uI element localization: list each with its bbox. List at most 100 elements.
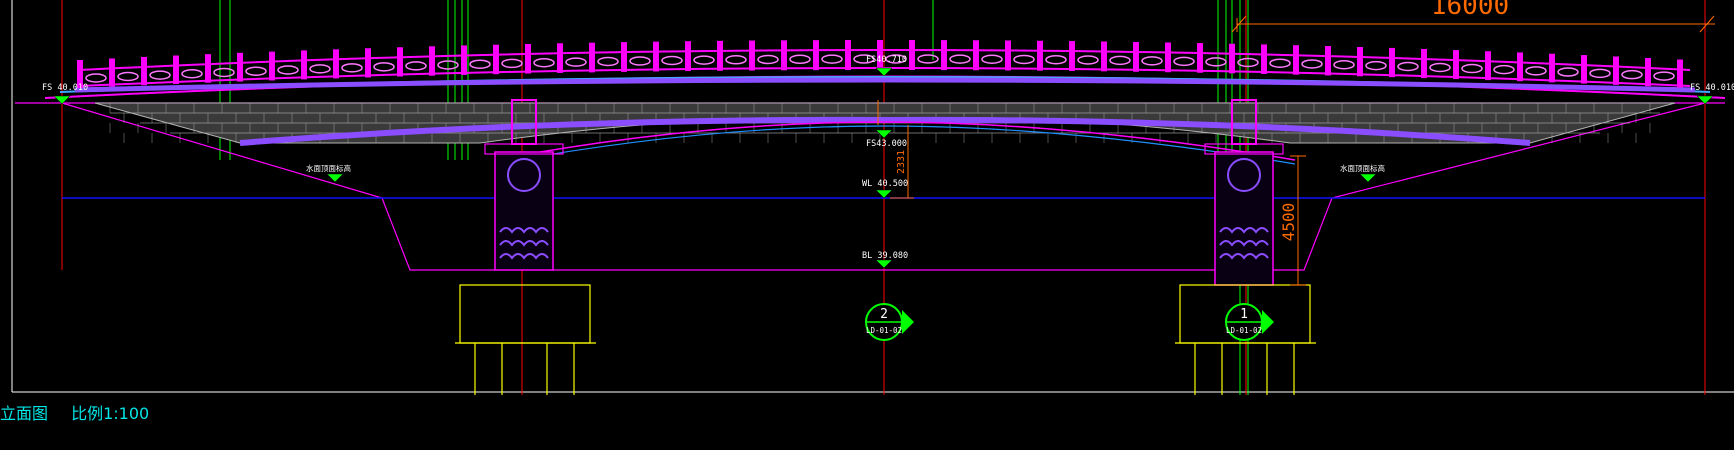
railing-panel-ornament (1301, 59, 1323, 69)
railing-post (973, 40, 979, 71)
deck-slab (44, 75, 1726, 99)
railing-post (1133, 41, 1139, 72)
section-sheet-ref: LD-01-02 (866, 326, 902, 335)
railing-post (141, 56, 147, 86)
railing-post (333, 49, 339, 79)
section-number: 1 (1240, 307, 1248, 322)
railing-panel-ornament (309, 64, 331, 74)
railing-panel-ornament (1397, 61, 1419, 72)
railing-post (109, 58, 115, 87)
level-label-deck-center: FS40.710 (866, 55, 907, 65)
railing-post (525, 43, 531, 74)
crown-dimension-text: 2331 (896, 150, 907, 174)
railing-post (653, 41, 659, 72)
level-marker-icon (1359, 173, 1377, 183)
railing-post (1325, 46, 1331, 76)
railing-panel-ornament (1493, 64, 1515, 75)
railing-panel-ornament (1653, 71, 1675, 81)
railing-panel-ornament (149, 70, 171, 80)
railing-post (1453, 50, 1459, 80)
railing-post (1357, 46, 1363, 77)
railing-post (1293, 45, 1299, 75)
span-dimension-text: 16000 (1431, 0, 1509, 21)
railing-post (1101, 41, 1107, 72)
railing-panel-ornament (1205, 57, 1227, 67)
railing-post (749, 40, 755, 71)
railing-post (1645, 57, 1651, 87)
railing-panel-ornament (1109, 55, 1131, 66)
level-marker-icon (875, 259, 893, 269)
section-number: 2 (880, 307, 888, 322)
railing-post (461, 45, 467, 75)
bank-label-left: 水面顶面标高 (306, 163, 351, 173)
railing-post (1005, 40, 1011, 71)
foundation-left (455, 284, 596, 395)
railing-panel-ornament (725, 55, 747, 65)
section-marker-2: 2 LD-01-02 (865, 303, 914, 341)
railing-post (621, 42, 627, 72)
railing-panel-ornament (117, 71, 139, 82)
railing-panel-ornament (1525, 66, 1547, 76)
railing-panel-ornament (1269, 58, 1291, 68)
railing-panel-ornament (405, 61, 427, 71)
railing-post (1517, 52, 1523, 82)
section-marker-1: 1 LD-01-02 (1225, 303, 1274, 341)
railing-panel-ornament (373, 62, 395, 72)
railing-post (301, 50, 307, 80)
level-label-deck-left: FS 40.010 (42, 83, 88, 93)
railing-post (589, 42, 595, 73)
railing-post (1485, 51, 1491, 81)
railing-post (1677, 59, 1683, 88)
level-marker-icon (326, 173, 344, 183)
drawing-caption: 立面图 比例1:100 (0, 400, 167, 424)
railing-panel-ornament (981, 54, 1003, 64)
section-sheet-ref: LD-01-02 (1226, 326, 1262, 335)
railing-panel-ornament (597, 56, 619, 67)
railing-post (1389, 47, 1395, 78)
railing-post (685, 41, 691, 72)
railing-panel-ornament (949, 54, 971, 64)
railing-post (1069, 41, 1075, 71)
railing-panel-ornament (181, 68, 203, 79)
railing-panel-ornament (821, 54, 843, 64)
level-label-water: WL 40.500 (862, 179, 908, 189)
railing-panel-ornament (565, 57, 587, 67)
railing-panel-ornament (277, 65, 299, 75)
railing-panel-ornament (1173, 56, 1195, 67)
railing-post (941, 40, 947, 71)
level-marker-icon (875, 189, 893, 199)
railing-post (1549, 53, 1555, 83)
railing-post (429, 46, 435, 76)
railing-post (1165, 42, 1171, 73)
railing-post (237, 52, 243, 82)
railing-panel-ornament (1077, 55, 1099, 65)
railing-panel-ornament (245, 66, 267, 76)
railing-panel-ornament (501, 58, 523, 69)
railing-panel-ornament (629, 56, 651, 66)
railing-panel-ornament (469, 59, 491, 69)
railing-panel-ornament (1557, 67, 1579, 77)
railing-post (1421, 48, 1427, 79)
railing-panel-ornament (789, 54, 811, 65)
bank-label-right: 水面顶面标高 (1340, 163, 1385, 173)
railing-post (205, 54, 211, 83)
railing-post (1581, 55, 1587, 84)
level-label-arch-crown: FS43.000 (866, 139, 907, 149)
level-marker-icon (875, 129, 893, 139)
railing-post (269, 51, 275, 81)
level-label-deck-right: FS 40.010 (1690, 83, 1734, 93)
railing-panel-ornament (533, 57, 555, 68)
railing-panel-ornament (341, 63, 363, 73)
bridge-elevation-drawing: 16000 4500 2331 FS 40.010 FS 40.010 FS40… (11, 0, 1734, 395)
railing-post (845, 40, 851, 71)
section-arrow-right-icon (902, 310, 914, 334)
pier-height-text: 4500 (1279, 203, 1298, 242)
drawing-title: 立面图 (0, 404, 49, 423)
railing-post (781, 40, 787, 71)
railing-post (1613, 56, 1619, 85)
railing-post (493, 44, 499, 75)
section-arrow-right-icon (1262, 310, 1274, 334)
railing-post (813, 40, 819, 71)
railing-panel-ornament (1589, 68, 1611, 79)
railing-panel-ornament (1141, 56, 1163, 66)
